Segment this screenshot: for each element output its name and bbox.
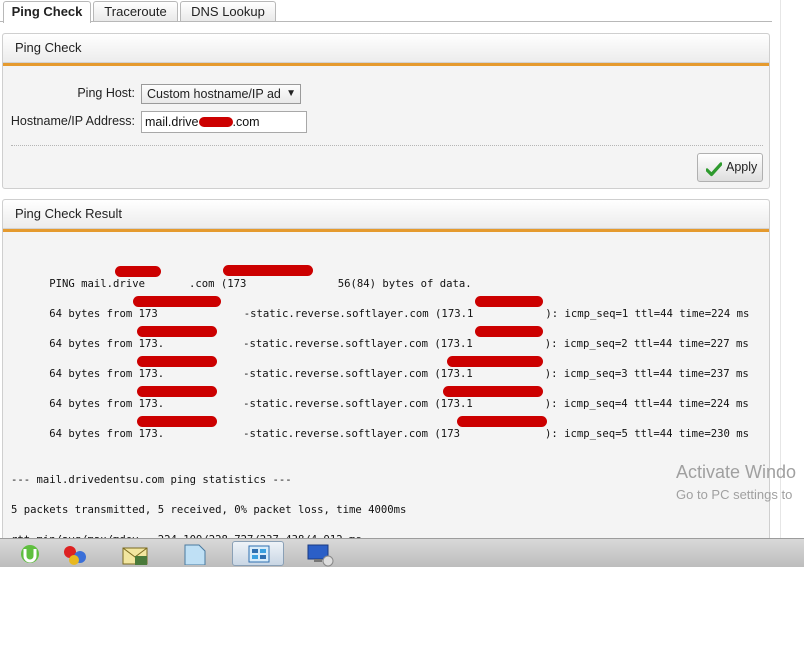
result-line: 64 bytes from 173. -static.reverse.softla… xyxy=(11,353,749,380)
redaction-mark xyxy=(133,296,221,307)
redaction-mark xyxy=(447,356,543,367)
mail-icon xyxy=(121,544,151,569)
redaction-mark xyxy=(137,356,217,367)
panel-title: Ping Check xyxy=(3,34,769,66)
result-line: 64 bytes from 173. -static.reverse.softla… xyxy=(11,413,749,440)
text-segment: -static.reverse.softlayer.com (173.1 xyxy=(243,338,473,350)
text-segment: 64 bytes from 173. xyxy=(49,368,165,380)
text-segment: -static.reverse.softlayer.com (173 xyxy=(243,428,460,440)
panel-title: Ping Check Result xyxy=(3,200,769,232)
text-segment: ): icmp_seq=2 ttl=44 time=227 ms xyxy=(544,338,749,350)
text-segment: ): icmp_seq=5 ttl=44 time=230 ms xyxy=(544,428,750,440)
redaction-mark xyxy=(137,386,217,397)
redaction-mark xyxy=(115,266,161,277)
text-segment: ): icmp_seq=4 ttl=44 time=224 ms xyxy=(544,398,749,410)
text-segment: PING mail.drive xyxy=(49,278,145,290)
text-segment: 64 bytes from 173. xyxy=(49,428,165,440)
redaction-mark xyxy=(223,265,313,276)
redaction-mark xyxy=(443,386,543,397)
activate-windows-title: Activate Windo xyxy=(676,462,797,482)
text-segment: ): icmp_seq=1 ttl=44 time=224 ms xyxy=(545,308,750,320)
checkmark-icon xyxy=(705,160,723,187)
tab-label: DNS Lookup xyxy=(191,4,265,19)
text-segment: 64 bytes from 173. xyxy=(49,398,165,410)
tab-ping-check[interactable]: Ping Check xyxy=(3,1,91,23)
notepad-icon xyxy=(182,543,208,568)
text-segment: 56(84) bytes of data. xyxy=(331,278,472,290)
result-line: 64 bytes from 173. -static.reverse.softla… xyxy=(11,323,749,350)
result-line: 64 bytes from 173. -static.reverse.softla… xyxy=(11,383,749,410)
form-divider xyxy=(11,145,763,146)
ping-result-panel: Ping Check Result PING mail.drive .com (1… xyxy=(2,199,770,544)
ping-host-value: Custom hostname/IP ad xyxy=(147,87,281,101)
taskbar-item-active[interactable] xyxy=(232,541,284,566)
redaction-mark xyxy=(198,117,233,127)
utorrent-icon xyxy=(18,543,42,568)
taskbar xyxy=(0,538,804,567)
result-output: PING mail.drive .com (173 56(84) bytes of… xyxy=(11,230,769,650)
tab-underline xyxy=(0,21,772,22)
activate-windows-hint: Go to PC settings to xyxy=(676,487,793,502)
redaction-mark xyxy=(475,326,543,337)
stats-header: --- mail.drivedentsu.com ping statistics… xyxy=(11,474,292,486)
tab-dns-lookup[interactable]: DNS Lookup xyxy=(180,1,276,21)
redaction-mark xyxy=(137,416,217,427)
stats-packets: 5 packets transmitted, 5 received, 0% pa… xyxy=(11,504,407,516)
ping-host-select[interactable]: Custom hostname/IP ad ▼ xyxy=(141,84,301,104)
redaction-mark xyxy=(475,296,543,307)
taskbar-item[interactable] xyxy=(113,541,165,566)
tab-bar: Ping Check Traceroute DNS Lookup xyxy=(0,0,780,23)
hostname-input[interactable]: mail.drive .com xyxy=(141,111,307,133)
taskbar-item[interactable] xyxy=(170,541,222,566)
text-segment: 64 bytes from 173. xyxy=(49,338,165,350)
redaction-mark xyxy=(457,416,547,427)
text-segment: -static.reverse.softlayer.com (173.1 xyxy=(243,308,474,320)
hostname-label: Hostname/IP Address: xyxy=(10,114,135,128)
tab-traceroute[interactable]: Traceroute xyxy=(93,1,178,21)
tab-label: Ping Check xyxy=(11,4,83,19)
text-segment: .com (173 xyxy=(188,278,247,290)
network-icon xyxy=(62,544,92,569)
text-segment: -static.reverse.softlayer.com (173.1 xyxy=(243,398,473,410)
taskbar-item[interactable] xyxy=(56,541,108,566)
hostname-prefix: mail.drive xyxy=(145,115,199,129)
tab-label: Traceroute xyxy=(104,4,167,19)
scrollbar-edge xyxy=(780,0,781,538)
text-segment: 64 bytes from 173 xyxy=(49,308,158,320)
taskbar-item[interactable] xyxy=(292,541,344,567)
ping-host-label: Ping Host: xyxy=(77,86,135,100)
apply-label: Apply xyxy=(726,160,758,174)
dropdown-arrow-icon: ▼ xyxy=(286,88,296,99)
control-panel-icon xyxy=(247,544,271,567)
text-segment: ): icmp_seq=3 ttl=44 time=237 ms xyxy=(544,368,749,380)
remote-desktop-icon xyxy=(306,543,336,570)
taskbar-item[interactable] xyxy=(4,541,56,566)
text-segment: -static.reverse.softlayer.com (173.1 xyxy=(243,368,473,380)
result-line: 64 bytes from 173 -static.reverse.softlay… xyxy=(11,293,749,320)
apply-button[interactable]: Apply xyxy=(697,153,763,182)
redaction-mark xyxy=(137,326,217,337)
hostname-suffix: .com xyxy=(232,115,260,129)
ping-check-panel: Ping Check Ping Host: Custom hostname/IP… xyxy=(2,33,770,189)
